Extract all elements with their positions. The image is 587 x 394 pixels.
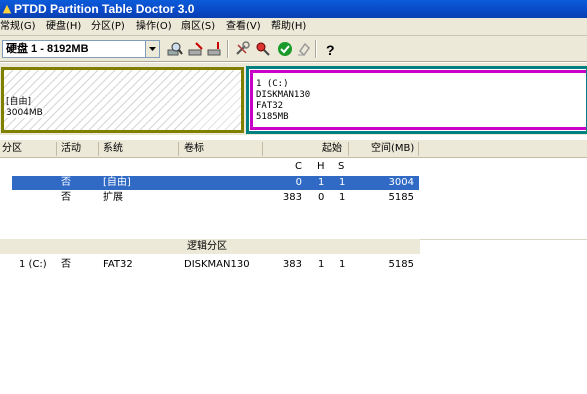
- chs-subheader: C H S: [0, 160, 587, 174]
- table-header: 分区 活动 系统 卷标 起始 空间(MB): [0, 140, 587, 158]
- menu-general[interactable]: 常规(G): [0, 21, 36, 33]
- disk-map: [自由] 3004MB 1 (C:) DISKMAN130 FAT32 5185…: [0, 63, 587, 135]
- free-block-label: [自由]: [6, 97, 32, 107]
- disk-search-icon[interactable]: [167, 41, 183, 57]
- chs-s: S: [338, 161, 345, 172]
- hatch-pattern: [4, 70, 241, 130]
- cell-s: 1: [339, 259, 346, 270]
- cell-h: 1: [318, 259, 325, 270]
- col-active[interactable]: 活动: [61, 143, 81, 155]
- cell-c: 0: [295, 177, 302, 188]
- disk-write-icon[interactable]: [207, 41, 223, 57]
- cell-s: 1: [339, 177, 346, 188]
- help-icon[interactable]: ?: [322, 41, 338, 58]
- col-divider[interactable]: [262, 142, 263, 156]
- svg-text:?: ?: [326, 42, 335, 57]
- cell-c: 383: [282, 192, 302, 203]
- ext-block-line1: 1 (C:): [256, 79, 289, 89]
- apply-icon[interactable]: [277, 41, 293, 57]
- undo-icon[interactable]: [296, 41, 312, 57]
- toolbar-separator: [315, 40, 317, 58]
- tools-icon[interactable]: [234, 41, 250, 57]
- ext-block-line2: DISKMAN130: [256, 90, 311, 100]
- logical-partition-header: 逻辑分区: [0, 239, 420, 254]
- cell-space: 5185: [388, 192, 414, 203]
- cell-c: 383: [282, 259, 302, 270]
- menu-view[interactable]: 查看(V): [226, 21, 261, 33]
- table-row[interactable]: 1 (C:) 否 FAT32 DISKMAN130 383 1 1 5185: [0, 258, 587, 272]
- col-system[interactable]: 系统: [103, 143, 123, 155]
- col-divider[interactable]: [98, 142, 99, 156]
- table-row[interactable]: 否 扩展 383 0 1 5185: [0, 191, 587, 205]
- menu-bar: 常规(G) 硬盘(H) 分区(P) 操作(O) 扇区(S) 查看(V) 帮助(H…: [0, 18, 587, 36]
- app-logo-icon: ▲: [2, 2, 12, 15]
- col-divider[interactable]: [348, 142, 349, 156]
- table-row[interactable]: 否 [自由] 0 1 1 3004: [0, 176, 587, 190]
- toolbar-separator: [227, 40, 229, 58]
- col-start[interactable]: 起始: [322, 143, 342, 155]
- free-space-block[interactable]: [自由] 3004MB: [1, 67, 244, 133]
- window-title: PTDD Partition Table Doctor 3.0: [14, 2, 195, 16]
- col-divider[interactable]: [178, 142, 179, 156]
- chs-h: H: [317, 161, 325, 172]
- logical-partition-title: 逻辑分区: [187, 241, 227, 252]
- cell-h: 0: [318, 192, 325, 203]
- cell-label: DISKMAN130: [184, 259, 250, 270]
- cell-h: 1: [318, 177, 325, 188]
- free-block-size: 3004MB: [6, 108, 43, 118]
- selection-highlight: [12, 176, 419, 190]
- disk-edit-icon[interactable]: [188, 41, 204, 57]
- menu-partition[interactable]: 分区(P): [91, 21, 125, 33]
- col-divider[interactable]: [56, 142, 57, 156]
- cell-system: FAT32: [103, 259, 133, 270]
- cell-active: 否: [61, 192, 71, 203]
- col-partition[interactable]: 分区: [2, 143, 22, 155]
- disk-select[interactable]: 硬盘 1 - 8192MB: [2, 40, 160, 58]
- cell-active: 否: [61, 177, 71, 188]
- menu-operation[interactable]: 操作(O): [136, 21, 172, 33]
- ext-block-line3: FAT32: [256, 101, 284, 111]
- menu-sector[interactable]: 扇区(S): [181, 21, 215, 33]
- menu-help[interactable]: 帮助(H): [271, 21, 306, 33]
- cell-active: 否: [61, 259, 71, 270]
- col-space[interactable]: 空间(MB): [371, 143, 414, 155]
- ext-block-line4: 5185MB: [256, 112, 289, 122]
- chevron-down-icon[interactable]: [145, 41, 159, 57]
- cell-partition: 1 (C:): [19, 259, 47, 270]
- toolbar: 硬盘 1 - 8192MB ?: [0, 36, 587, 62]
- menu-disk[interactable]: 硬盘(H): [46, 21, 81, 33]
- cell-space: 5185: [388, 259, 414, 270]
- zoom-icon[interactable]: [255, 41, 271, 57]
- cell-system: 扩展: [103, 192, 123, 203]
- extended-partition-block[interactable]: 1 (C:) DISKMAN130 FAT32 5185MB: [246, 66, 587, 134]
- logical-partition-block[interactable]: 1 (C:) DISKMAN130 FAT32 5185MB: [250, 70, 586, 130]
- cell-system: [自由]: [103, 177, 131, 188]
- title-bar: ▲ PTDD Partition Table Doctor 3.0: [0, 0, 587, 18]
- cell-s: 1: [339, 192, 346, 203]
- cell-space: 3004: [388, 177, 414, 188]
- col-divider[interactable]: [418, 142, 419, 156]
- col-label[interactable]: 卷标: [184, 143, 204, 155]
- disk-select-value: 硬盘 1 - 8192MB: [6, 43, 89, 55]
- chs-c: C: [295, 161, 302, 172]
